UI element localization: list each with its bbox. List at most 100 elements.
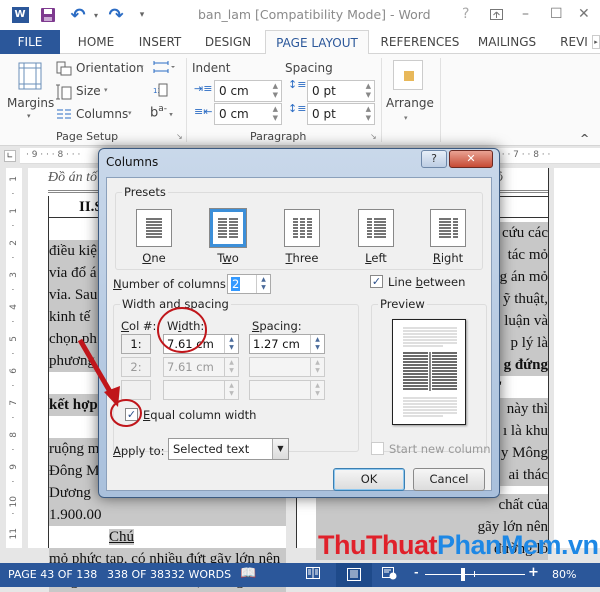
spacing-after-icon: ↕≡ bbox=[288, 102, 307, 115]
vertical-ruler[interactable]: 1 · 1 · 2 · 3 · 4 · 5 · 6 · 7 · 8 · 9 · 10 · 11 bbox=[6, 168, 22, 548]
web-layout-icon[interactable] bbox=[382, 567, 397, 583]
col-number-2: 2: bbox=[121, 357, 151, 377]
col-1-width-input[interactable]: 7.61 cm ▲ ▼ bbox=[163, 334, 239, 354]
page-setup-label: Page Setup bbox=[56, 130, 119, 143]
dialog-close-button[interactable]: ✕ bbox=[449, 150, 493, 168]
width-header: Width: bbox=[167, 319, 205, 333]
indent-right-input[interactable]: 0 cm ▲ ▼ bbox=[214, 103, 282, 125]
ruler-mark: 1 bbox=[9, 208, 19, 214]
col-number-3 bbox=[121, 380, 151, 400]
tab-home[interactable]: HOME bbox=[66, 30, 126, 54]
close-button[interactable]: ✕ bbox=[578, 6, 590, 22]
zoom-slider-thumb[interactable] bbox=[461, 568, 465, 581]
save-icon[interactable] bbox=[38, 5, 58, 25]
ruler-mark: · bbox=[9, 256, 19, 259]
status-bar: PAGE 43 OF 138 338 OF 38332 WORDS 📖 - + … bbox=[0, 563, 600, 587]
zoom-level[interactable]: 80% bbox=[552, 568, 576, 581]
indent-left-icon: ⇥≡ bbox=[194, 82, 213, 95]
ruler-mark: 5 bbox=[9, 336, 19, 342]
preview-page bbox=[392, 319, 466, 425]
tab-references[interactable]: REFERENCES bbox=[374, 30, 466, 54]
num-columns-input[interactable]: 2 ▲ ▼ bbox=[227, 274, 271, 294]
tab-selector-icon[interactable]: ∟ bbox=[4, 150, 16, 162]
ruler-mark: · bbox=[9, 224, 19, 227]
zoom-out-button[interactable]: - bbox=[414, 566, 419, 579]
columns-button[interactable]: Columns ▾ bbox=[56, 105, 136, 125]
ruler-mark: 9 bbox=[9, 464, 19, 470]
ruler-mark: · bbox=[9, 320, 19, 323]
spacing-label: Spacing bbox=[285, 61, 333, 75]
arrange-button[interactable]: Arrange ▾ bbox=[386, 58, 438, 130]
dialog-help-button[interactable]: ? bbox=[421, 150, 447, 168]
dialog-title: Columns bbox=[106, 155, 159, 169]
scroll-tabs-right-icon[interactable]: ▸ bbox=[592, 35, 600, 49]
margins-button[interactable]: Margins ▾ bbox=[7, 60, 54, 130]
paragraph-label: Paragraph bbox=[250, 130, 307, 143]
ok-button[interactable]: OK bbox=[333, 468, 405, 491]
preset-one[interactable] bbox=[136, 209, 172, 247]
orientation-button[interactable]: Orientation ▾ bbox=[56, 59, 148, 79]
collapse-ribbon-icon[interactable]: ^ bbox=[580, 132, 589, 145]
tab-file[interactable]: FILE bbox=[0, 30, 60, 54]
preset-right[interactable] bbox=[430, 209, 466, 247]
tab-mailings[interactable]: MAILINGS bbox=[472, 30, 542, 54]
tab-review[interactable]: REVI bbox=[556, 30, 592, 54]
redo-icon[interactable]: ↷ bbox=[106, 5, 126, 26]
preset-one-label: One bbox=[142, 251, 166, 265]
zoom-slider[interactable] bbox=[425, 574, 525, 575]
col-1-spacing-input[interactable]: 1.27 cm ▲ ▼ bbox=[249, 334, 325, 354]
minimize-button[interactable]: – bbox=[522, 6, 529, 22]
hyphenation-icon[interactable]: ba- ▾ bbox=[150, 104, 176, 120]
breaks-button[interactable] bbox=[153, 60, 175, 77]
zoom-in-button[interactable]: + bbox=[528, 565, 539, 580]
ruler-mark: · bbox=[9, 192, 19, 195]
size-icon bbox=[56, 84, 72, 100]
orientation-icon bbox=[56, 61, 72, 76]
print-layout-button[interactable] bbox=[336, 563, 372, 587]
page-count[interactable]: PAGE 43 OF 138 bbox=[8, 568, 97, 581]
ruler-mark: · bbox=[9, 416, 19, 419]
paragraph-launcher-icon[interactable]: ↘ bbox=[370, 132, 377, 141]
cancel-button[interactable]: Cancel bbox=[413, 468, 485, 491]
tab-design[interactable]: DESIGN bbox=[196, 30, 260, 54]
customize-toolbar-icon[interactable]: ▾ bbox=[132, 5, 152, 25]
chevron-down-icon[interactable]: ▼ bbox=[272, 439, 288, 459]
spacing-before-input[interactable]: 0 pt ▲ ▼ bbox=[307, 80, 375, 102]
ribbon-display-options-icon[interactable] bbox=[490, 8, 503, 24]
page-setup-launcher-icon[interactable]: ↘ bbox=[176, 132, 183, 141]
ruler-mark: · bbox=[9, 384, 19, 387]
indent-left-input[interactable]: 0 cm ▲ ▼ bbox=[214, 80, 282, 102]
ruler-mark: 1 bbox=[9, 176, 19, 182]
preset-three-icon bbox=[293, 218, 312, 238]
preset-two[interactable] bbox=[209, 208, 247, 248]
proofing-icon[interactable]: 📖 bbox=[240, 566, 256, 581]
ruler-mark: 4 bbox=[9, 304, 19, 310]
help-icon[interactable]: ? bbox=[462, 6, 469, 22]
apply-to-dropdown[interactable]: Selected text ▼ bbox=[168, 438, 289, 460]
read-mode-icon[interactable] bbox=[306, 567, 320, 582]
spacing-after-input[interactable]: 0 pt ▲ ▼ bbox=[307, 103, 375, 125]
preset-three[interactable] bbox=[284, 209, 320, 247]
word-count[interactable]: 338 OF 38332 WORDS bbox=[107, 568, 231, 581]
line-numbers-button[interactable]: 12 bbox=[153, 83, 175, 100]
apply-to-label: Apply to: bbox=[113, 444, 165, 458]
size-button[interactable]: Size ▾ bbox=[56, 82, 116, 102]
ruler-mark: 3 bbox=[9, 272, 19, 278]
line-numbers-icon: 12 bbox=[153, 83, 168, 97]
columns-icon bbox=[57, 109, 71, 119]
ruler-mark: · bbox=[9, 512, 19, 515]
col-2-width-input: 7.61 cm ▲ ▼ bbox=[163, 357, 239, 377]
undo-icon[interactable]: ↶ bbox=[68, 5, 88, 26]
maximize-button[interactable]: ☐ bbox=[550, 6, 563, 22]
tab-insert[interactable]: INSERT bbox=[130, 30, 190, 54]
equal-width-checkbox[interactable]: ✓ bbox=[125, 408, 138, 421]
tab-page-layout[interactable]: PAGE LAYOUT bbox=[265, 30, 369, 55]
line-between-checkbox[interactable]: ✓ bbox=[370, 275, 383, 288]
title-bar: W ↶ ▾ ↷ ▾ ban_lam [Compatibility Mode] -… bbox=[0, 0, 600, 30]
preset-one-icon bbox=[146, 218, 162, 238]
col-3-width-input: ▲ ▼ bbox=[163, 380, 239, 400]
watermark: ThuThuatPhanMem.vn bbox=[318, 530, 599, 560]
undo-dropdown-icon[interactable]: ▾ bbox=[86, 5, 106, 25]
ruler-mark: · bbox=[9, 352, 19, 355]
preset-left[interactable] bbox=[358, 209, 394, 247]
